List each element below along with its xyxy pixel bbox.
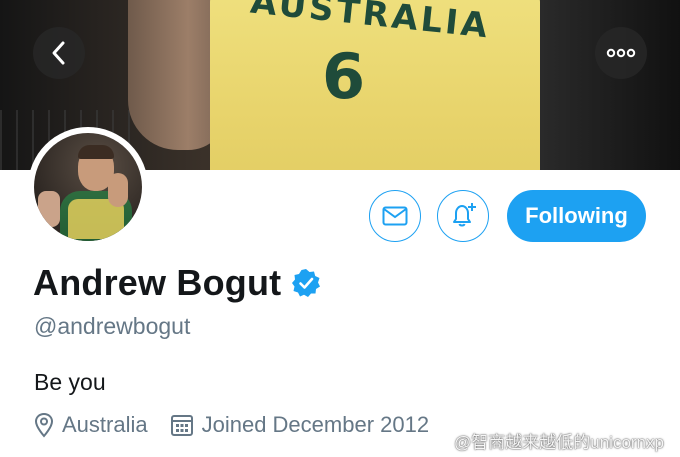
envelope-icon [382,206,408,226]
location-item: Australia [34,412,148,438]
more-horizontal-icon [606,48,636,58]
verified-badge-icon [291,268,321,298]
back-button[interactable] [33,27,85,79]
location-text: Australia [62,412,148,437]
profile-bio: Be you [34,369,106,395]
banner-sleeve [540,0,680,170]
calendar-icon [170,415,193,436]
profile-name: Andrew Bogut [33,262,282,303]
profile-handle: @andrewbogut [34,313,191,339]
following-button[interactable]: Following [507,190,646,242]
chevron-left-icon [52,41,65,65]
profile-avatar[interactable] [28,127,148,247]
avatar-hand [108,173,128,207]
watermark-text: @智商越来越低的unicornxp [454,433,664,452]
watermark: @智商越来越低的unicornxp [430,428,664,453]
profile-name-row: Andrew Bogut [33,262,321,304]
banner-jersey-number: 6 [322,40,366,113]
weibo-logo-icon [430,433,450,449]
location-pin-icon [34,412,54,438]
joined-item: Joined December 2012 [170,412,429,438]
bell-plus-icon [453,203,476,227]
avatar-photo [34,133,142,241]
profile-meta: Australia Joined December 2012 [34,412,451,438]
joined-text: Joined December 2012 [201,412,430,437]
message-button[interactable] [369,190,421,242]
notifications-button[interactable] [437,190,489,242]
avatar-hair [78,145,114,159]
avatar-bg-person [38,191,60,227]
more-options-button[interactable] [595,27,647,79]
